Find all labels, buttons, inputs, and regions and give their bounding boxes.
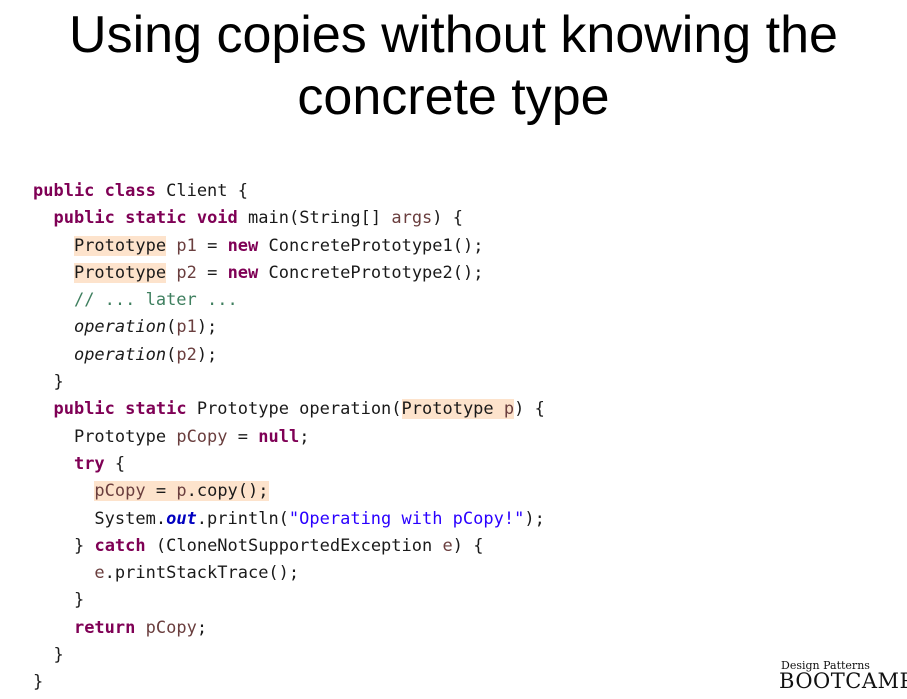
code-line: public static Prototype operation(Protot…: [33, 396, 545, 423]
code-text: =: [237, 426, 249, 447]
code-line: }: [33, 369, 545, 396]
code-text: System.: [94, 508, 167, 529]
highlighted-type: Prototype: [401, 399, 494, 420]
keyword: new: [227, 262, 259, 283]
design-patterns-bootcamp-logo: Design Patterns BOOTCAMP: [777, 660, 907, 693]
code-line: return pCopy;: [33, 615, 545, 642]
code-text: Client {: [166, 181, 248, 201]
variable: args: [391, 208, 433, 229]
keyword: public: [33, 181, 95, 201]
code-text: ConcretePrototype1();: [268, 235, 484, 256]
code-text: }: [53, 372, 64, 393]
code-text: (CloneNotSupportedException: [155, 535, 433, 556]
variable: p: [176, 481, 187, 502]
code-text: {: [114, 453, 126, 474]
code-line: e.printStackTrace();: [33, 560, 545, 587]
code-text: }: [73, 535, 85, 556]
static-field: out: [166, 508, 197, 529]
code-block: public class Client { public static void…: [33, 178, 545, 697]
code-text: ) {: [432, 208, 464, 229]
keyword: null: [258, 426, 300, 447]
code-text: =: [207, 262, 218, 283]
keyword: public: [53, 208, 115, 229]
code-text: .println(: [196, 508, 289, 529]
code-text: ;: [196, 617, 208, 638]
logo-big-text: BOOTCAMP: [779, 669, 907, 693]
keyword: static: [125, 208, 187, 229]
code-text: }: [33, 672, 44, 693]
variable: e: [94, 563, 105, 584]
code-line: try {: [33, 451, 545, 478]
code-text: );: [524, 508, 545, 529]
slide-title-line-2: concrete type: [297, 68, 610, 126]
highlighted-type: Prototype: [73, 262, 167, 283]
code-text: ConcretePrototype2();: [268, 262, 484, 283]
code-text: Prototype: [73, 426, 167, 447]
keyword: public: [53, 399, 115, 420]
code-text: .printStackTrace();: [104, 563, 300, 584]
highlighted-statement: pCopy = p.copy();: [94, 481, 269, 502]
highlighted-type: Prototype: [73, 235, 167, 256]
code-line: Prototype pCopy = null;: [33, 424, 545, 451]
code-line: } catch (CloneNotSupportedException e) {: [33, 533, 545, 560]
keyword: try: [73, 453, 105, 474]
string-literal: "Operating with pCopy!": [288, 508, 525, 529]
keyword: class: [104, 181, 156, 201]
code-text: (: [166, 344, 177, 365]
comment: // ... later ...: [73, 290, 238, 311]
code-line: }: [33, 669, 545, 696]
variable: pCopy: [176, 426, 228, 447]
code-line: Prototype p2 = new ConcretePrototype2();: [33, 260, 545, 287]
variable: p2: [176, 344, 197, 365]
method-call: operation: [73, 317, 167, 338]
code-text: (: [166, 317, 177, 338]
code-text: }: [53, 645, 64, 666]
slide-title: Using copies without knowing the concret…: [0, 4, 907, 128]
keyword: static: [125, 399, 187, 420]
keyword: new: [227, 235, 259, 256]
variable: e: [442, 535, 453, 556]
code-text: ;: [299, 426, 310, 447]
variable: p1: [176, 235, 197, 256]
code-text: ) {: [514, 399, 545, 420]
code-text: Prototype operation(: [196, 399, 402, 420]
keyword: catch: [94, 535, 146, 556]
code-line: pCopy = p.copy();: [33, 478, 545, 505]
highlighted-parameter: Prototype p: [401, 399, 515, 420]
code-line: operation(p1);: [33, 314, 545, 341]
variable: p1: [176, 317, 197, 338]
code-line: Prototype p1 = new ConcretePrototype1();: [33, 233, 545, 260]
code-line: System.out.println("Operating with pCopy…: [33, 506, 545, 533]
code-line: operation(p2);: [33, 342, 545, 369]
variable: pCopy: [94, 481, 146, 502]
code-line: }: [33, 642, 545, 669]
variable: p: [503, 399, 515, 420]
code-text: );: [196, 344, 218, 365]
variable: pCopy: [145, 617, 197, 638]
method-call: operation: [73, 344, 167, 365]
code-text: .copy();: [186, 481, 269, 502]
code-text: =: [155, 481, 167, 502]
code-text: main(String[]: [248, 208, 382, 229]
code-line: }: [33, 587, 545, 614]
code-line: public static void main(String[] args) {: [33, 205, 545, 232]
slide-title-line-1: Using copies without knowing the: [69, 6, 838, 64]
code-text: }: [73, 590, 85, 611]
variable: p2: [176, 262, 197, 283]
keyword: return: [73, 617, 136, 638]
code-text: =: [207, 235, 218, 256]
code-text: );: [196, 317, 218, 338]
code-text: ) {: [452, 535, 484, 556]
code-line: public class Client {: [33, 178, 545, 205]
keyword: void: [196, 208, 238, 229]
code-line: // ... later ...: [33, 287, 545, 314]
